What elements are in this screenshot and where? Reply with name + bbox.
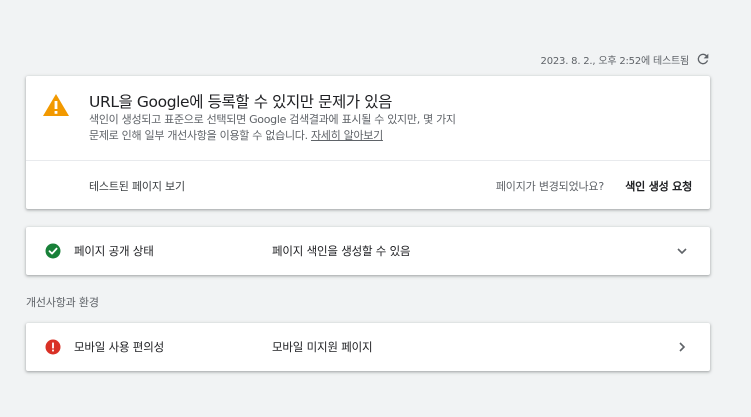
status-actions: 테스트된 페이지 보기 페이지가 변경되었나요? 색인 생성 요청: [26, 161, 710, 209]
status-description-line1: 색인이 생성되고 표준으로 선택되면 Google 검색결과에 표시될 수 있지…: [89, 113, 456, 126]
learn-more-link[interactable]: 자세히 알아보기: [311, 129, 383, 142]
page-availability-value: 페이지 색인을 생성할 수 있음: [272, 244, 411, 258]
status-description: 색인이 생성되고 표준으로 선택되면 Google 검색결과에 표시될 수 있지…: [89, 112, 539, 144]
error-icon: [45, 339, 61, 355]
test-timestamp: 2023. 8. 2., 오후 2:52에 테스트됨: [541, 51, 711, 67]
chevron-down-icon[interactable]: [674, 243, 690, 259]
test-timestamp-text: 2023. 8. 2., 오후 2:52에 테스트됨: [540, 55, 690, 67]
status-description-line2: 문제로 인해 일부 개선사항을 이용할 수 없습니다.: [89, 129, 308, 142]
chevron-right-icon[interactable]: [674, 339, 690, 355]
url-status-summary: URL을 Google에 등록할 수 있지만 문제가 있음 색인이 생성되고 표…: [26, 76, 710, 161]
warning-icon: [42, 93, 70, 117]
view-tested-page-button[interactable]: 테스트된 페이지 보기: [89, 178, 185, 194]
page-availability-label: 페이지 공개 상태: [74, 244, 154, 258]
url-status-card: URL을 Google에 등록할 수 있지만 문제가 있음 색인이 생성되고 표…: [26, 76, 710, 209]
mobile-usability-row[interactable]: 모바일 사용 편의성 모바일 미지원 페이지: [26, 323, 710, 371]
status-title: URL을 Google에 등록할 수 있지만 문제가 있음: [89, 93, 393, 111]
page-changed-text: 페이지가 변경되었나요?: [495, 180, 604, 193]
enhancements-heading: 개선사항과 환경: [26, 296, 99, 309]
mobile-usability-value: 모바일 미지원 페이지: [272, 340, 373, 354]
request-indexing-button[interactable]: 색인 생성 요청: [625, 178, 692, 194]
check-circle-icon: [45, 243, 61, 259]
refresh-icon[interactable]: [695, 51, 711, 67]
mobile-usability-label: 모바일 사용 편의성: [74, 340, 164, 354]
page-availability-row[interactable]: 페이지 공개 상태 페이지 색인을 생성할 수 있음: [26, 227, 710, 275]
